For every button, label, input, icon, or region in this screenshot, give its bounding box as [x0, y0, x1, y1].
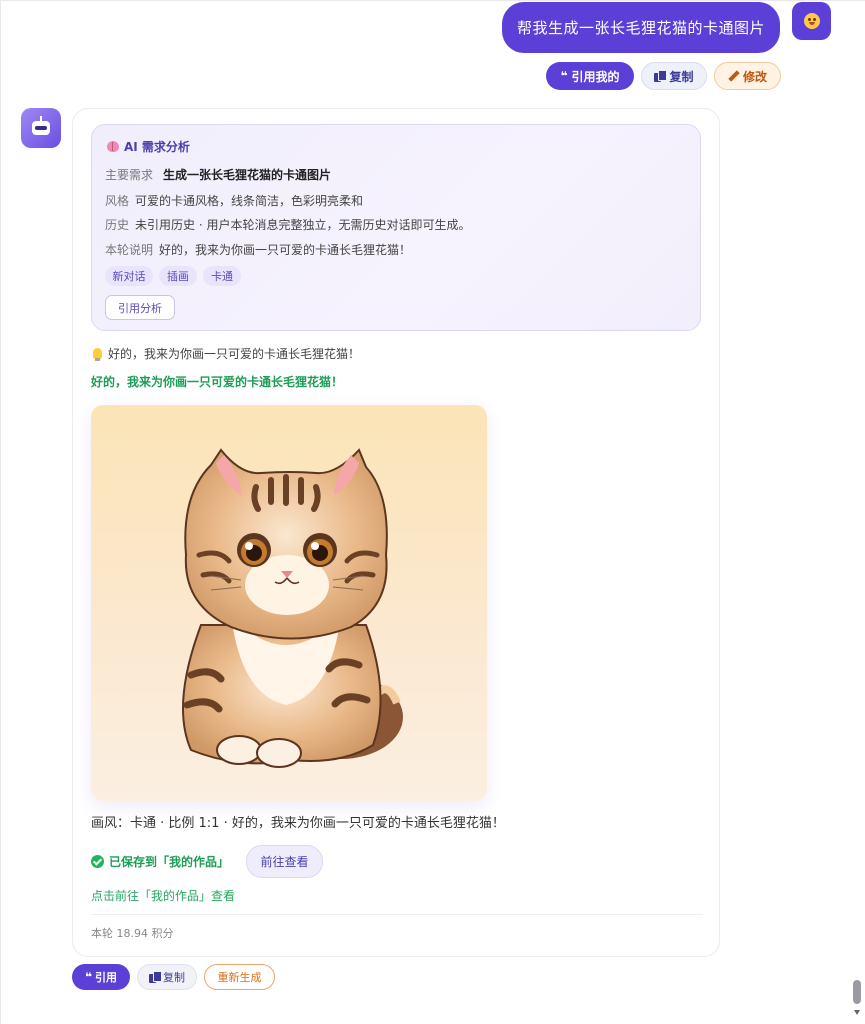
edit-user-message-button[interactable]: 修改	[714, 62, 781, 90]
scroll-down-arrow-icon[interactable]	[854, 1010, 860, 1015]
goto-works-button[interactable]: 前往查看	[246, 845, 323, 878]
check-circle-icon	[91, 855, 104, 868]
image-caption: 画风：卡通 · 比例 1:1 · 好的，我来为你画一只可爱的卡通长毛狸花猫！	[91, 816, 505, 831]
analysis-row-history: 历史 未引用历史 · 用户本轮消息完整独立，无需历史对话即可生成。	[105, 216, 470, 233]
robot-icon	[32, 116, 50, 135]
scrollbar-thumb[interactable]	[853, 980, 861, 1004]
cite-analysis-label: 引用分析	[118, 301, 162, 315]
copy-reply-button[interactable]: 复制	[137, 964, 197, 990]
cite-analysis-button[interactable]: 引用分析	[105, 295, 175, 320]
quote-mine-button[interactable]: ❝ 引用我的	[546, 62, 634, 90]
copy-icon	[654, 70, 668, 82]
lightbulb-icon	[93, 348, 102, 361]
regenerate-button[interactable]: 重新生成	[204, 964, 275, 990]
divider	[91, 914, 703, 915]
cat-illustration	[91, 405, 487, 801]
analysis-row-key: 主要需求	[105, 168, 154, 182]
smiley-face-icon	[803, 13, 820, 29]
tag-label: 新对话	[112, 270, 146, 283]
saved-text: 已保存到「我的作品」	[109, 855, 230, 869]
copy-user-message-button[interactable]: 复制	[641, 62, 707, 90]
copy-label: 复制	[669, 69, 694, 84]
quote-icon: ❝	[560, 69, 568, 83]
analysis-row-key: 本轮说明	[105, 243, 154, 257]
analysis-title-text: AI 需求分析	[124, 140, 190, 154]
analysis-row-value: 未引用历史 · 用户本轮消息完整独立，无需历史对话即可生成。	[135, 218, 471, 232]
quote-label: 引用	[95, 971, 118, 984]
hint-line: 好的，我来为你画一只可爱的卡通长毛狸花猫！	[93, 345, 360, 362]
bot-avatar	[21, 108, 61, 148]
user-message-bubble: 帮我生成一张长毛狸花猫的卡通图片	[502, 2, 780, 53]
tag-cartoon: 卡通	[203, 266, 241, 286]
tag-label: 卡通	[211, 270, 233, 283]
edit-label: 修改	[742, 69, 767, 84]
user-avatar	[792, 2, 831, 40]
tag-illustration: 插画	[159, 266, 197, 286]
reply-headline: 好的，我来为你画一只可爱的卡通长毛狸花猫！	[91, 375, 344, 389]
analysis-row-value: 可爱的卡通风格，线条简洁，色彩明亮柔和	[135, 194, 364, 208]
analysis-row-key: 风格	[105, 194, 130, 208]
saved-status: 已保存到「我的作品」	[91, 853, 229, 870]
hint-text: 好的，我来为你画一只可爱的卡通长毛狸花猫！	[108, 347, 361, 361]
copy-label: 复制	[163, 971, 185, 984]
analysis-row-value: 好的，我来为你画一只可爱的卡通长毛狸花猫！	[159, 243, 412, 257]
tag-label: 插画	[167, 270, 189, 283]
brain-icon	[107, 141, 119, 152]
analysis-row-note: 本轮说明 好的，我来为你画一只可爱的卡通长毛狸花猫！	[105, 241, 411, 258]
analysis-row-style: 风格 可爱的卡通风格，线条简洁，色彩明亮柔和	[105, 192, 363, 209]
copy-icon	[149, 971, 162, 983]
tag-new-chat: 新对话	[105, 266, 153, 286]
pencil-icon	[728, 71, 739, 82]
user-message-text: 帮我生成一张长毛狸花猫的卡通图片	[516, 19, 765, 37]
credit-cost: 本轮 18.94 积分	[91, 927, 174, 940]
goto-works-label: 前往查看	[260, 855, 309, 869]
analysis-row-requirement: 主要需求 生成一张长毛狸花猫的卡通图片	[105, 166, 331, 183]
quote-icon: ❝	[84, 970, 93, 984]
quote-mine-label: 引用我的	[571, 69, 620, 84]
regenerate-label: 重新生成	[217, 971, 262, 984]
analysis-row-key: 历史	[105, 218, 130, 232]
analysis-title: AI 需求分析	[107, 138, 190, 155]
goto-works-link[interactable]: 点击前往「我的作品」查看	[91, 887, 235, 904]
analysis-row-value: 生成一张长毛狸花猫的卡通图片	[163, 168, 332, 182]
generated-cat-image[interactable]	[91, 405, 487, 801]
quote-reply-button[interactable]: ❝ 引用	[72, 964, 130, 990]
